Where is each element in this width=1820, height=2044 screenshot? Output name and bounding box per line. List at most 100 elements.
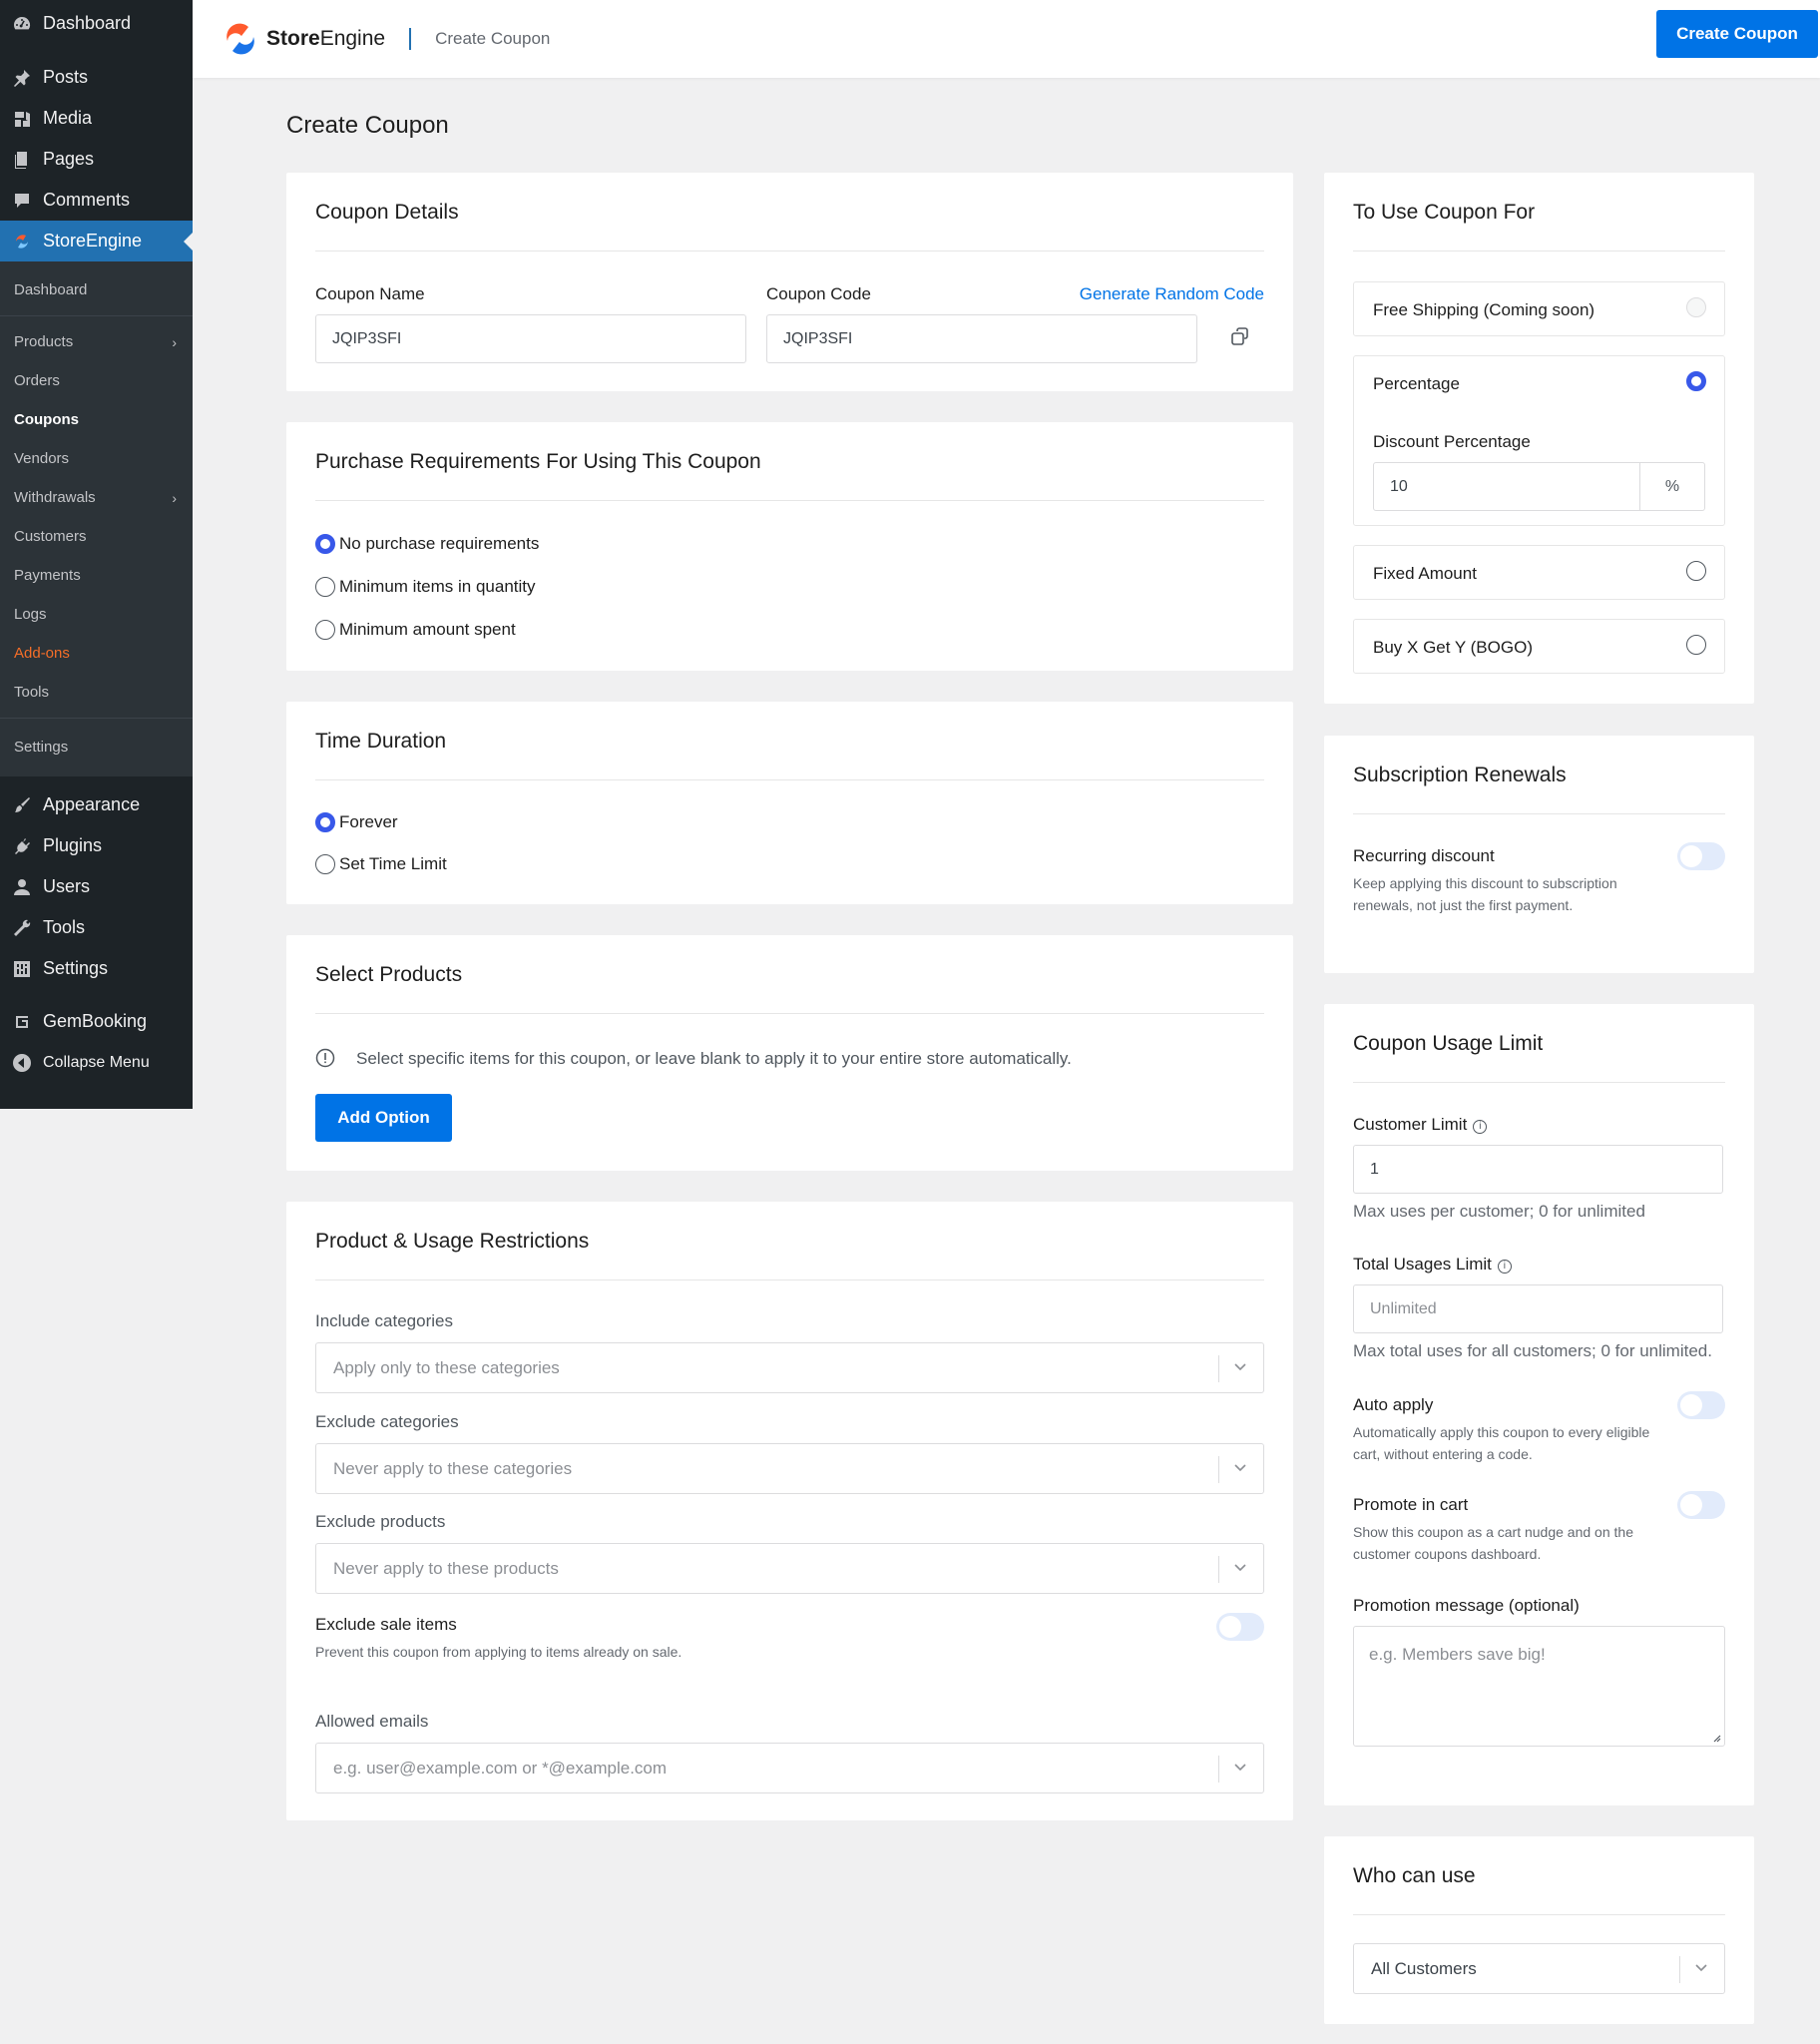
submenu-logs[interactable]: Logs [0,595,193,634]
submenu-divider [0,718,193,719]
purchase-requirements-card: Purchase Requirements For Using This Cou… [286,422,1293,671]
submenu-customers[interactable]: Customers [0,517,193,556]
menu-storeengine[interactable]: StoreEngine [0,221,193,261]
card-title: Coupon Usage Limit [1353,1032,1544,1055]
submenu-withdrawals[interactable]: Withdrawals › [0,478,193,517]
card-title: Who can use [1353,1864,1476,1887]
include-categories-select[interactable]: Apply only to these categories [315,1342,1264,1393]
menu-posts[interactable]: Posts [0,57,193,98]
info-icon: i [1497,1260,1512,1274]
exclude-categories-select[interactable]: Never apply to these categories [315,1443,1264,1494]
who-can-use-select[interactable]: All Customers [1353,1943,1725,1994]
menu-settings[interactable]: Settings [0,948,193,989]
radio-button [315,854,335,874]
submenu-settings[interactable]: Settings [0,725,193,768]
card-title: Coupon Details [315,201,459,224]
recurring-discount-toggle[interactable] [1677,842,1725,870]
menu-dashboard[interactable]: Dashboard [0,3,193,44]
resize-handle-icon[interactable] [1711,1733,1721,1743]
radio-no-purchase-requirements[interactable]: No purchase requirements [315,533,539,555]
radio-minimum-items-quantity[interactable]: Minimum items in quantity [315,576,536,598]
brand-name: StoreEngine [266,27,386,50]
menu-plugins[interactable]: Plugins [0,825,193,866]
promote-in-cart-label: Promote in cart [1353,1495,1469,1514]
divider [1353,813,1725,814]
chevron-right-icon: › [172,489,177,506]
total-usages-limit-input[interactable]: Unlimited [1353,1284,1723,1333]
submenu-dashboard[interactable]: Dashboard [0,269,193,309]
dashboard-icon [11,13,33,35]
promotion-message-textarea[interactable]: e.g. Members save big! [1353,1626,1725,1747]
option-fixed-amount[interactable]: Fixed Amount [1353,545,1725,600]
submenu-products[interactable]: Products › [0,322,193,361]
storeengine-submenu: Dashboard Products › Orders Coupons Vendo… [0,261,193,776]
submenu-coupons[interactable]: Coupons [0,400,193,439]
chevron-down-icon [1234,1464,1246,1472]
submenu-vendors[interactable]: Vendors [0,439,193,478]
time-duration-card: Time Duration Forever Set Time Limit [286,702,1293,904]
app-header: StoreEngine Create Coupon Create Coupon [193,0,1820,78]
pin-icon [11,67,33,89]
card-title: Time Duration [315,730,447,753]
divider [1353,251,1725,252]
menu-pages[interactable]: Pages [0,139,193,180]
customer-limit-label: Customer Limit i [1353,1115,1488,1135]
plugin-icon [11,835,33,857]
promote-in-cart-toggle[interactable] [1677,1491,1725,1519]
divider [315,779,1264,780]
radio-minimum-amount-spent[interactable]: Minimum amount spent [315,619,516,641]
brand[interactable]: StoreEngine [223,21,385,57]
select-divider [1679,1956,1680,1983]
divider [1353,1914,1725,1915]
add-option-button[interactable]: Add Option [315,1094,452,1142]
menu-gembooking[interactable]: GemBooking [0,1001,193,1042]
allowed-emails-input[interactable]: e.g. user@example.com or *@example.com [315,1743,1264,1793]
radio-button [315,620,335,640]
auto-apply-toggle[interactable] [1677,1391,1725,1419]
menu-comments[interactable]: Comments [0,180,193,221]
card-title: Product & Usage Restrictions [315,1230,590,1253]
card-title: To Use Coupon For [1353,201,1536,224]
percent-suffix: % [1639,463,1704,510]
customer-limit-input[interactable]: 1 [1353,1145,1723,1194]
select-products-card: Select Products Select specific items fo… [286,935,1293,1171]
brush-icon [11,794,33,816]
radio-set-time-limit[interactable]: Set Time Limit [315,853,447,875]
radio-forever[interactable]: Forever [315,811,398,833]
exclude-sale-items-toggle[interactable] [1216,1613,1264,1641]
divider [315,1279,1264,1280]
menu-media[interactable]: Media [0,98,193,139]
submenu-add-ons[interactable]: Add-ons [0,634,193,673]
coupon-code-input[interactable]: JQIP3SFI [766,314,1197,363]
submenu-orders[interactable]: Orders [0,361,193,400]
radio-button [315,534,335,554]
comments-icon [11,190,33,212]
select-divider [1218,1756,1219,1783]
option-percentage[interactable]: Percentage Discount Percentage 10 % [1353,355,1725,526]
submenu-tools[interactable]: Tools [0,673,193,712]
create-coupon-button[interactable]: Create Coupon [1656,10,1818,58]
settings-icon [11,958,33,980]
divider [315,1013,1264,1014]
recurring-discount-help: Keep applying this discount to subscript… [1353,875,1617,913]
select-products-info-text: Select specific items for this coupon, o… [356,1049,1072,1068]
exclude-products-label: Exclude products [315,1512,446,1531]
exclude-products-select[interactable]: Never apply to these products [315,1543,1264,1594]
radio-button [315,577,335,597]
coupon-name-input[interactable]: JQIP3SFI [315,314,746,363]
collapse-icon [11,1052,33,1074]
menu-appearance[interactable]: Appearance [0,784,193,825]
submenu-payments[interactable]: Payments [0,556,193,595]
divider [315,251,1264,252]
option-bogo[interactable]: Buy X Get Y (BOGO) [1353,619,1725,674]
copy-icon[interactable] [1229,326,1251,348]
select-divider [1218,1456,1219,1483]
discount-percentage-input[interactable]: 10 % [1373,462,1705,511]
menu-collapse[interactable]: Collapse Menu [0,1042,193,1083]
use-coupon-for-card: To Use Coupon For Free Shipping (Coming … [1324,173,1754,704]
customer-limit-note: Max uses per customer; 0 for unlimited [1353,1202,1645,1221]
menu-users[interactable]: Users [0,866,193,907]
option-free-shipping[interactable]: Free Shipping (Coming soon) [1353,281,1725,336]
menu-tools[interactable]: Tools [0,907,193,948]
generate-random-code-link[interactable]: Generate Random Code [1080,284,1264,304]
